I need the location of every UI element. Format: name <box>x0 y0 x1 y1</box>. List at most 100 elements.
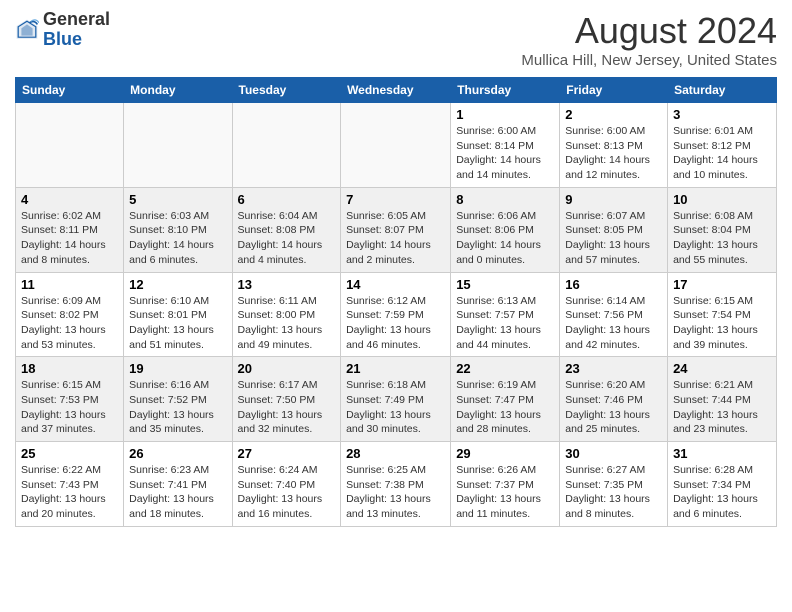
column-header-wednesday: Wednesday <box>341 78 451 103</box>
day-cell <box>232 103 341 188</box>
logo-text: General Blue <box>43 10 110 50</box>
day-cell: 2 Sunrise: 6:00 AMSunset: 8:13 PMDaylight… <box>560 103 668 188</box>
day-number: 14 <box>346 277 445 292</box>
day-cell <box>124 103 232 188</box>
day-cell: 18 Sunrise: 6:15 AMSunset: 7:53 PMDayligh… <box>16 357 124 442</box>
day-cell: 11 Sunrise: 6:09 AMSunset: 8:02 PMDayligh… <box>16 272 124 357</box>
day-cell: 3Sunrise: 6:01 AMSunset: 8:12 PMDaylight… <box>668 103 777 188</box>
day-cell: 31Sunrise: 6:28 AMSunset: 7:34 PMDayligh… <box>668 442 777 527</box>
day-info: Sunrise: 6:15 AMSunset: 7:53 PMDaylight:… <box>21 379 106 435</box>
day-number: 20 <box>238 361 336 376</box>
column-header-saturday: Saturday <box>668 78 777 103</box>
page-subtitle: Mullica Hill, New Jersey, United States <box>521 52 777 69</box>
day-number: 12 <box>129 277 226 292</box>
day-cell: 5 Sunrise: 6:03 AMSunset: 8:10 PMDaylight… <box>124 187 232 272</box>
day-cell: 24 Sunrise: 6:21 AMSunset: 7:44 PMDayligh… <box>668 357 777 442</box>
day-info: Sunrise: 6:04 AMSunset: 8:08 PMDaylight:… <box>238 210 323 266</box>
day-number: 16 <box>565 277 662 292</box>
day-info: Sunrise: 6:15 AMSunset: 7:54 PMDaylight:… <box>673 295 758 351</box>
day-info: Sunrise: 6:00 AMSunset: 8:14 PMDaylight:… <box>456 125 541 181</box>
day-cell: 28 Sunrise: 6:25 AMSunset: 7:38 PMDayligh… <box>341 442 451 527</box>
day-info: Sunrise: 6:05 AMSunset: 8:07 PMDaylight:… <box>346 210 431 266</box>
day-number: 1 <box>456 107 554 122</box>
day-info: Sunrise: 6:06 AMSunset: 8:06 PMDaylight:… <box>456 210 541 266</box>
day-number: 8 <box>456 192 554 207</box>
day-cell: 19Sunrise: 6:16 AMSunset: 7:52 PMDayligh… <box>124 357 232 442</box>
day-info: Sunrise: 6:28 AMSunset: 7:34 PMDaylight:… <box>673 464 758 520</box>
day-number: 27 <box>238 446 336 461</box>
day-cell: 23Sunrise: 6:20 AMSunset: 7:46 PMDayligh… <box>560 357 668 442</box>
day-number: 28 <box>346 446 445 461</box>
day-cell: 15Sunrise: 6:13 AMSunset: 7:57 PMDayligh… <box>451 272 560 357</box>
day-cell: 8 Sunrise: 6:06 AMSunset: 8:06 PMDaylight… <box>451 187 560 272</box>
day-cell: 20Sunrise: 6:17 AMSunset: 7:50 PMDayligh… <box>232 357 341 442</box>
header-row: SundayMondayTuesdayWednesdayThursdayFrid… <box>16 78 777 103</box>
day-number: 24 <box>673 361 771 376</box>
week-row-1: 1 Sunrise: 6:00 AMSunset: 8:14 PMDaylight… <box>16 103 777 188</box>
day-cell: 22 Sunrise: 6:19 AMSunset: 7:47 PMDayligh… <box>451 357 560 442</box>
day-cell: 12 Sunrise: 6:10 AMSunset: 8:01 PMDayligh… <box>124 272 232 357</box>
day-cell: 21Sunrise: 6:18 AMSunset: 7:49 PMDayligh… <box>341 357 451 442</box>
page-title: August 2024 <box>521 10 777 52</box>
day-number: 25 <box>21 446 118 461</box>
day-cell: 10 Sunrise: 6:08 AMSunset: 8:04 PMDayligh… <box>668 187 777 272</box>
day-number: 29 <box>456 446 554 461</box>
column-header-monday: Monday <box>124 78 232 103</box>
day-number: 6 <box>238 192 336 207</box>
day-number: 4 <box>21 192 118 207</box>
column-header-friday: Friday <box>560 78 668 103</box>
day-number: 17 <box>673 277 771 292</box>
day-cell: 16 Sunrise: 6:14 AMSunset: 7:56 PMDayligh… <box>560 272 668 357</box>
logo-icon <box>15 18 39 42</box>
day-cell: 27 Sunrise: 6:24 AMSunset: 7:40 PMDayligh… <box>232 442 341 527</box>
day-number: 9 <box>565 192 662 207</box>
day-info: Sunrise: 6:13 AMSunset: 7:57 PMDaylight:… <box>456 295 541 351</box>
day-info: Sunrise: 6:16 AMSunset: 7:52 PMDaylight:… <box>129 379 214 435</box>
day-cell: 1 Sunrise: 6:00 AMSunset: 8:14 PMDaylight… <box>451 103 560 188</box>
day-cell: 7 Sunrise: 6:05 AMSunset: 8:07 PMDaylight… <box>341 187 451 272</box>
day-info: Sunrise: 6:07 AMSunset: 8:05 PMDaylight:… <box>565 210 650 266</box>
week-row-2: 4Sunrise: 6:02 AMSunset: 8:11 PMDaylight… <box>16 187 777 272</box>
day-info: Sunrise: 6:14 AMSunset: 7:56 PMDaylight:… <box>565 295 650 351</box>
day-info: Sunrise: 6:00 AMSunset: 8:13 PMDaylight:… <box>565 125 650 181</box>
day-cell: 4Sunrise: 6:02 AMSunset: 8:11 PMDaylight… <box>16 187 124 272</box>
day-info: Sunrise: 6:27 AMSunset: 7:35 PMDaylight:… <box>565 464 650 520</box>
day-number: 26 <box>129 446 226 461</box>
day-cell <box>341 103 451 188</box>
week-row-4: 18 Sunrise: 6:15 AMSunset: 7:53 PMDayligh… <box>16 357 777 442</box>
day-info: Sunrise: 6:09 AMSunset: 8:02 PMDaylight:… <box>21 295 106 351</box>
day-number: 11 <box>21 277 118 292</box>
week-row-5: 25 Sunrise: 6:22 AMSunset: 7:43 PMDayligh… <box>16 442 777 527</box>
day-cell: 14Sunrise: 6:12 AMSunset: 7:59 PMDayligh… <box>341 272 451 357</box>
day-number: 18 <box>21 361 118 376</box>
day-info: Sunrise: 6:18 AMSunset: 7:49 PMDaylight:… <box>346 379 431 435</box>
day-number: 2 <box>565 107 662 122</box>
day-info: Sunrise: 6:23 AMSunset: 7:41 PMDaylight:… <box>129 464 214 520</box>
day-info: Sunrise: 6:22 AMSunset: 7:43 PMDaylight:… <box>21 464 106 520</box>
day-number: 7 <box>346 192 445 207</box>
day-info: Sunrise: 6:26 AMSunset: 7:37 PMDaylight:… <box>456 464 541 520</box>
day-info: Sunrise: 6:03 AMSunset: 8:10 PMDaylight:… <box>129 210 214 266</box>
day-number: 5 <box>129 192 226 207</box>
day-number: 10 <box>673 192 771 207</box>
day-cell: 29 Sunrise: 6:26 AMSunset: 7:37 PMDayligh… <box>451 442 560 527</box>
day-info: Sunrise: 6:21 AMSunset: 7:44 PMDaylight:… <box>673 379 758 435</box>
day-cell: 30Sunrise: 6:27 AMSunset: 7:35 PMDayligh… <box>560 442 668 527</box>
column-header-thursday: Thursday <box>451 78 560 103</box>
day-cell: 13Sunrise: 6:11 AMSunset: 8:00 PMDayligh… <box>232 272 341 357</box>
day-info: Sunrise: 6:08 AMSunset: 8:04 PMDaylight:… <box>673 210 758 266</box>
day-number: 22 <box>456 361 554 376</box>
day-cell: 9 Sunrise: 6:07 AMSunset: 8:05 PMDaylight… <box>560 187 668 272</box>
day-number: 3 <box>673 107 771 122</box>
day-cell: 25 Sunrise: 6:22 AMSunset: 7:43 PMDayligh… <box>16 442 124 527</box>
day-info: Sunrise: 6:25 AMSunset: 7:38 PMDaylight:… <box>346 464 431 520</box>
day-info: Sunrise: 6:24 AMSunset: 7:40 PMDaylight:… <box>238 464 323 520</box>
day-info: Sunrise: 6:10 AMSunset: 8:01 PMDaylight:… <box>129 295 214 351</box>
day-cell: 26 Sunrise: 6:23 AMSunset: 7:41 PMDayligh… <box>124 442 232 527</box>
day-cell: 17 Sunrise: 6:15 AMSunset: 7:54 PMDayligh… <box>668 272 777 357</box>
day-info: Sunrise: 6:20 AMSunset: 7:46 PMDaylight:… <box>565 379 650 435</box>
title-block: August 2024 Mullica Hill, New Jersey, Un… <box>521 10 777 69</box>
logo: General Blue <box>15 10 110 50</box>
day-info: Sunrise: 6:19 AMSunset: 7:47 PMDaylight:… <box>456 379 541 435</box>
day-cell: 6 Sunrise: 6:04 AMSunset: 8:08 PMDaylight… <box>232 187 341 272</box>
